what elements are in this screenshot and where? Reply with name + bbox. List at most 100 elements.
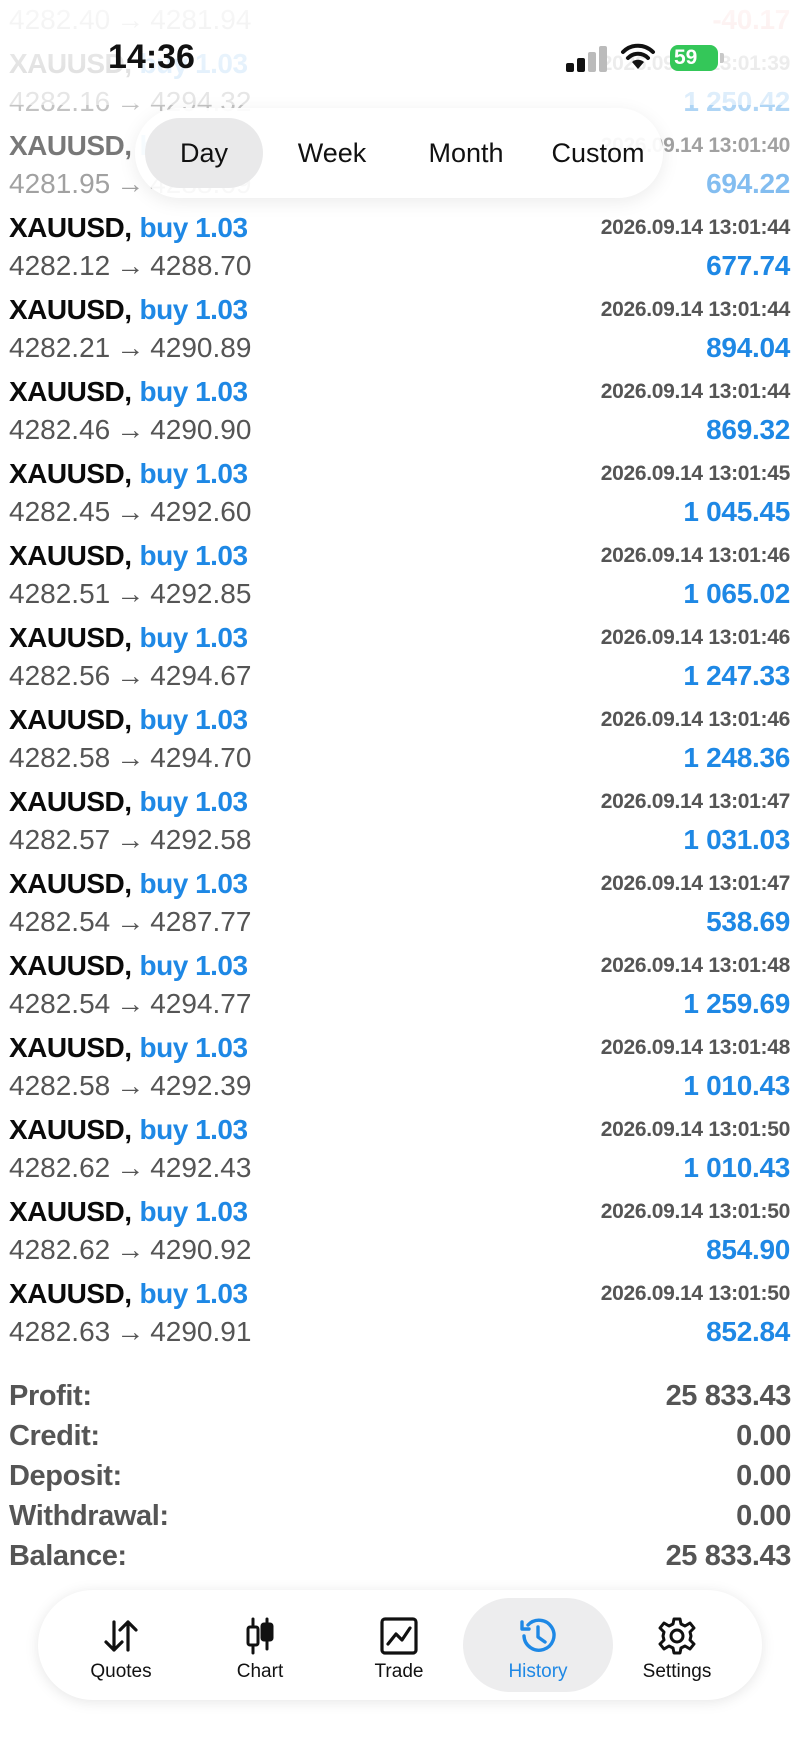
period-selector: Day Week Month Custom bbox=[135, 108, 663, 198]
trade-profit: 1 010.43 bbox=[683, 1070, 790, 1101]
nav-settings[interactable]: Settings bbox=[602, 1598, 752, 1692]
battery-level: 59 bbox=[674, 46, 698, 69]
trade-symbol: XAUUSD, bbox=[9, 212, 132, 243]
arrow-right-icon: → bbox=[116, 906, 145, 937]
trade-row[interactable]: XAUUSD, buy 1.03 2026.09.14 13:01:46 4282.5… bbox=[0, 533, 800, 615]
trade-row[interactable]: XAUUSD, buy 1.03 2026.09.14 13:01:45 4282.4… bbox=[0, 451, 800, 533]
trade-volume: 1.03 bbox=[195, 458, 248, 489]
trade-volume: 1.03 bbox=[195, 786, 248, 817]
close-price: 4294.77 bbox=[150, 988, 252, 1019]
trade-time: 2026.09.14 13:01:47 bbox=[600, 790, 791, 813]
trade-row[interactable]: XAUUSD, buy 1.03 2026.09.14 13:01:44 4282.1… bbox=[0, 205, 800, 287]
close-price: 4288.70 bbox=[150, 250, 252, 281]
trade-row[interactable]: XAUUSD, buy 1.03 2026.09.14 13:01:48 4282.5… bbox=[0, 1025, 800, 1107]
close-price: 4294.70 bbox=[150, 742, 252, 773]
trade-prices: 4282.58 → 4292.39 bbox=[9, 1070, 251, 1102]
trade-prices: 4282.56 → 4294.67 bbox=[9, 660, 251, 692]
trade-profit: 894.04 bbox=[706, 332, 790, 363]
nav-quotes[interactable]: Quotes bbox=[46, 1598, 196, 1692]
trade-title: XAUUSD,buy 1.03 bbox=[9, 376, 248, 408]
trade-row[interactable]: XAUUSD, buy 1.03 2026.09.14 13:01:44 4282.2… bbox=[0, 287, 800, 369]
nav-label: Settings bbox=[642, 1661, 712, 1682]
nav-history[interactable]: History bbox=[463, 1598, 613, 1692]
arrow-right-icon: → bbox=[116, 1316, 145, 1347]
trade-profit: 677.74 bbox=[706, 250, 790, 281]
trade-volume: 1.03 bbox=[195, 868, 248, 899]
trade-row[interactable]: XAUUSD, buy 1.03 2026.09.14 13:01:50 4282.6… bbox=[0, 1271, 800, 1353]
trade-prices: 4282.63 → 4290.91 bbox=[9, 1316, 251, 1348]
trade-row[interactable]: XAUUSD, buy 1.03 2026.09.14 13:01:48 4282.5… bbox=[0, 943, 800, 1025]
status-time: 14:36 bbox=[108, 38, 195, 76]
trade-symbol: XAUUSD, bbox=[9, 622, 132, 653]
cellular-signal-icon bbox=[566, 46, 608, 72]
trade-row[interactable]: XAUUSD, buy 1.03 2026.09.14 13:01:44 4282.4… bbox=[0, 369, 800, 451]
summary-balance: Balance: 25 833.43 bbox=[9, 1540, 791, 1580]
trade-title: XAUUSD,buy 1.03 bbox=[9, 458, 248, 490]
tab-day[interactable]: Day bbox=[145, 118, 263, 188]
trade-chart-icon bbox=[380, 1617, 418, 1655]
open-price: 4282.58 bbox=[9, 742, 111, 773]
nav-trade[interactable]: Trade bbox=[324, 1598, 474, 1692]
candlestick-icon bbox=[246, 1617, 274, 1655]
open-price: 4282.54 bbox=[9, 906, 111, 937]
trade-side: buy bbox=[139, 540, 189, 571]
open-price: 4282.21 bbox=[9, 332, 111, 363]
arrow-right-icon: → bbox=[116, 332, 145, 363]
trade-prices: 4282.57 → 4292.58 bbox=[9, 824, 251, 856]
trade-row[interactable]: XAUUSD, buy 1.03 2026.09.14 13:01:47 4282.5… bbox=[0, 779, 800, 861]
trade-volume: 1.03 bbox=[195, 1032, 248, 1063]
trade-time: 2026.09.14 13:01:47 bbox=[600, 872, 791, 895]
nav-label: Chart bbox=[236, 1661, 284, 1682]
trade-side: buy bbox=[139, 786, 189, 817]
trade-row[interactable]: XAUUSD, buy 1.03 2026.09.14 13:01:46 4282.5… bbox=[0, 615, 800, 697]
trade-row[interactable]: XAUUSD, buy 1.03 2026.09.14 13:01:47 4282.5… bbox=[0, 861, 800, 943]
close-price: 4292.58 bbox=[150, 824, 252, 855]
summary-label: Deposit: bbox=[9, 1460, 122, 1492]
arrow-right-icon: → bbox=[116, 414, 145, 445]
trade-volume: 1.03 bbox=[195, 1114, 248, 1145]
open-price: 4282.51 bbox=[9, 578, 111, 609]
nav-label: History bbox=[508, 1661, 568, 1682]
trade-time: 2026.09.14 13:01:45 bbox=[600, 462, 791, 485]
trade-prices: 4282.62 → 4290.92 bbox=[9, 1234, 251, 1266]
trade-prices: 4282.62 → 4292.43 bbox=[9, 1152, 251, 1184]
arrow-right-icon: → bbox=[116, 578, 145, 609]
trade-volume: 1.03 bbox=[195, 622, 248, 653]
trade-symbol: XAUUSD, bbox=[9, 1114, 132, 1145]
trade-row[interactable]: XAUUSD, buy 1.03 2026.09.14 13:01:50 4282.6… bbox=[0, 1189, 800, 1271]
trade-title: XAUUSD,buy 1.03 bbox=[9, 1032, 248, 1064]
summary-profit: Profit: 25 833.43 bbox=[9, 1380, 791, 1420]
trade-row[interactable]: XAUUSD, buy 1.03 2026.09.14 13:01:46 4282.5… bbox=[0, 697, 800, 779]
trade-side: buy bbox=[139, 1032, 189, 1063]
trade-prices: 4282.46 → 4290.90 bbox=[9, 414, 251, 446]
trade-symbol: XAUUSD, bbox=[9, 376, 132, 407]
trade-profit: 854.90 bbox=[706, 1234, 790, 1265]
tab-week[interactable]: Week bbox=[273, 118, 391, 188]
summary-credit: Credit: 0.00 bbox=[9, 1420, 791, 1460]
trade-profit: 852.84 bbox=[706, 1316, 790, 1347]
arrow-right-icon: → bbox=[116, 1070, 145, 1101]
tab-month[interactable]: Month bbox=[401, 118, 531, 188]
close-price: 4292.60 bbox=[150, 496, 252, 527]
nav-chart[interactable]: Chart bbox=[185, 1598, 335, 1692]
battery-icon: 59 bbox=[670, 45, 718, 71]
open-price: 4282.56 bbox=[9, 660, 111, 691]
trade-time: 2026.09.14 13:01:46 bbox=[600, 544, 791, 567]
trade-symbol: XAUUSD, bbox=[9, 294, 132, 325]
summary-withdrawal: Withdrawal: 0.00 bbox=[9, 1500, 791, 1540]
trade-profit: 1 010.43 bbox=[683, 1152, 790, 1183]
trade-title: XAUUSD,buy 1.03 bbox=[9, 1114, 248, 1146]
trade-symbol: XAUUSD, bbox=[9, 540, 132, 571]
nav-label: Trade bbox=[374, 1661, 424, 1682]
trade-row[interactable]: XAUUSD, buy 1.03 2026.09.14 13:01:50 4282.6… bbox=[0, 1107, 800, 1189]
trade-side: buy bbox=[139, 458, 189, 489]
summary-label: Withdrawal: bbox=[9, 1500, 169, 1532]
trade-time: 2026.09.14 13:01:50 bbox=[600, 1200, 791, 1223]
trade-title: XAUUSD,buy 1.03 bbox=[9, 294, 248, 326]
trade-prices: 4282.54 → 4294.77 bbox=[9, 988, 251, 1020]
open-price: 4282.46 bbox=[9, 414, 111, 445]
close-price: 4292.39 bbox=[150, 1070, 252, 1101]
status-bar: 14:36 59 bbox=[0, 0, 800, 105]
open-price: 4282.45 bbox=[9, 496, 111, 527]
tab-custom[interactable]: Custom bbox=[535, 118, 661, 188]
